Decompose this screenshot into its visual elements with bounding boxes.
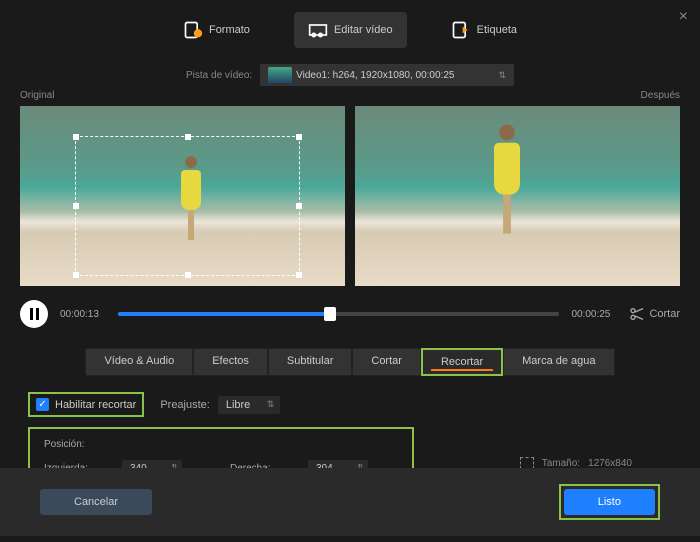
footer: Cancelar Listo xyxy=(0,468,700,536)
position-label: Posición: xyxy=(44,439,398,450)
cut-label: Cortar xyxy=(649,308,680,320)
label-original: Original xyxy=(20,90,54,101)
pause-icon xyxy=(30,308,39,320)
ok-wrap: Listo xyxy=(559,484,660,520)
tag-icon xyxy=(451,20,471,40)
cut-button[interactable]: Cortar xyxy=(629,306,680,322)
track-dropdown[interactable]: Video1: h264, 1920x1080, 00:00:25 ⇅ xyxy=(260,64,514,86)
track-selector-bar: Pista de vídeo: Video1: h264, 1920x1080,… xyxy=(0,60,700,90)
seek-slider[interactable] xyxy=(118,312,559,316)
label-after: Después xyxy=(641,90,680,101)
crop-handle[interactable] xyxy=(296,272,302,278)
tab-edit-video-label: Editar vídeo xyxy=(334,24,393,36)
crop-box[interactable] xyxy=(75,136,300,276)
tab-subtitle[interactable]: Subtitular xyxy=(268,348,352,376)
check-icon: ✓ xyxy=(36,398,49,411)
tab-tag[interactable]: Etiqueta xyxy=(437,12,531,48)
tab-video-audio[interactable]: Vídeo & Audio xyxy=(85,348,193,376)
crop-handle[interactable] xyxy=(73,272,79,278)
chevron-down-icon: ⇅ xyxy=(498,70,506,81)
tab-crop[interactable]: Recortar xyxy=(421,348,503,376)
tab-effects[interactable]: Efectos xyxy=(193,348,268,376)
format-icon xyxy=(183,20,203,40)
crop-handle[interactable] xyxy=(296,134,302,140)
enable-crop-checkbox[interactable]: ✓ Habilitar recortar xyxy=(28,392,144,417)
seek-knob[interactable] xyxy=(324,307,336,321)
tab-tag-label: Etiqueta xyxy=(477,24,517,36)
preview-row: Original Después xyxy=(0,106,700,286)
preset-row: Preajuste: Libre xyxy=(160,396,280,414)
tab-format[interactable]: Formato xyxy=(169,12,264,48)
preview-after xyxy=(355,106,680,286)
cancel-button[interactable]: Cancelar xyxy=(40,489,152,515)
crop-handle[interactable] xyxy=(185,272,191,278)
preset-label: Preajuste: xyxy=(160,399,210,411)
size-label: Tamaño: xyxy=(542,458,580,469)
crop-handle[interactable] xyxy=(73,203,79,209)
time-current: 00:00:13 xyxy=(60,309,106,320)
tab-format-label: Formato xyxy=(209,24,250,36)
preview-original[interactable] xyxy=(20,106,345,286)
crop-handle[interactable] xyxy=(185,134,191,140)
ok-button[interactable]: Listo xyxy=(564,489,655,515)
close-icon[interactable]: × xyxy=(679,8,688,26)
time-total: 00:00:25 xyxy=(571,309,617,320)
edit-video-icon xyxy=(308,20,328,40)
edit-tabs: Vídeo & Audio Efectos Subtitular Cortar … xyxy=(0,342,700,382)
track-value: Video1: h264, 1920x1080, 00:00:25 xyxy=(296,70,454,81)
tab-cut[interactable]: Cortar xyxy=(352,348,421,376)
track-label: Pista de vídeo: xyxy=(186,70,252,81)
pause-button[interactable] xyxy=(20,300,48,328)
preset-dropdown[interactable]: Libre xyxy=(218,396,280,414)
crop-handle[interactable] xyxy=(73,134,79,140)
tab-watermark[interactable]: Marca de agua xyxy=(503,348,614,376)
crop-handle[interactable] xyxy=(296,203,302,209)
track-thumb-icon xyxy=(268,67,292,83)
scissors-icon xyxy=(629,306,645,322)
player-controls: 00:00:13 00:00:25 Cortar xyxy=(0,286,700,342)
top-tabs: Formato Editar vídeo Etiqueta × xyxy=(0,0,700,60)
size-value: 1276x840 xyxy=(588,458,632,469)
tab-edit-video[interactable]: Editar vídeo xyxy=(294,12,407,48)
enable-crop-label: Habilitar recortar xyxy=(55,399,136,411)
